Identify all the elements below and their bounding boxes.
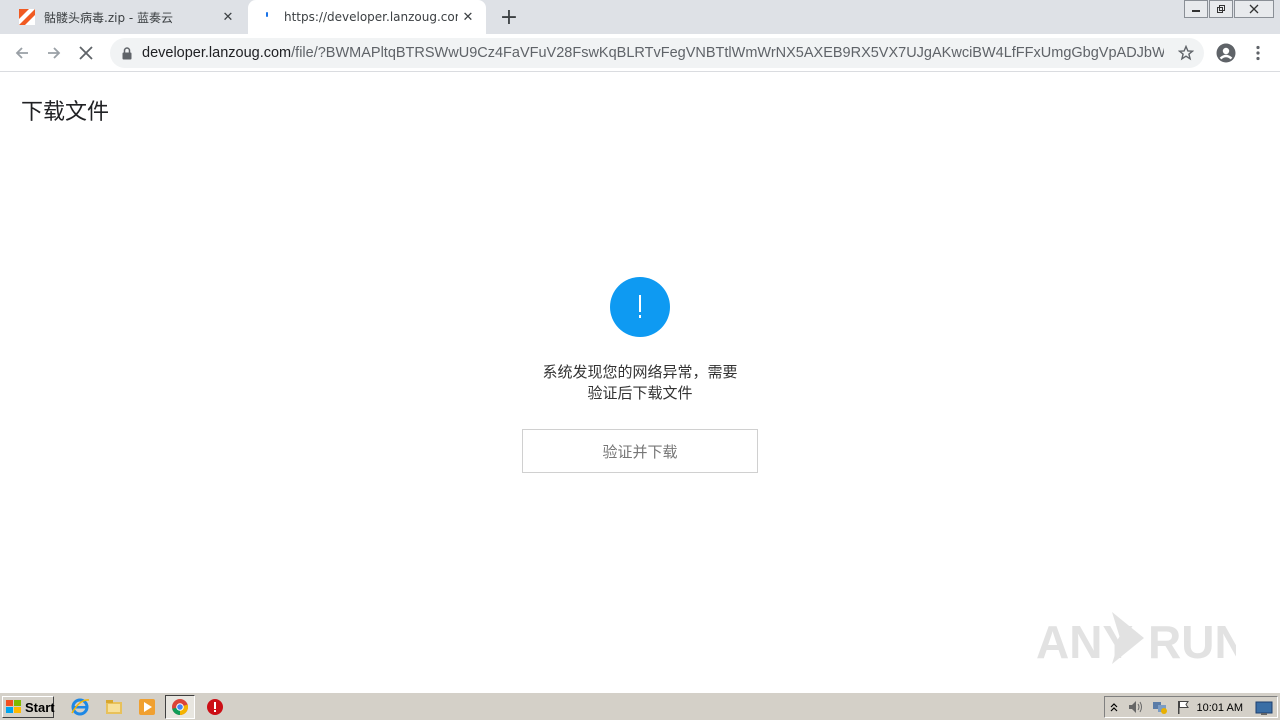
taskbar-clock[interactable]: 10:01 AM — [1197, 702, 1243, 714]
tab-close-icon[interactable]: ✕ — [458, 7, 478, 27]
windows-logo-icon — [6, 700, 22, 714]
windows-taskbar: Start 10:01 AM — [0, 692, 1280, 720]
minimize-window-icon[interactable] — [1184, 0, 1208, 18]
tab-title: 骷髅头病毒.zip - 蓝奏云 — [44, 10, 174, 25]
tab-strip: 骷髅头病毒.zip - 蓝奏云 ✕ https://developer.lanz… — [0, 0, 1280, 34]
tab-close-icon[interactable]: ✕ — [218, 7, 238, 27]
browser-toolbar: developer.lanzoug.com/file/?BWMAPltqBTRS… — [0, 34, 1280, 72]
tab-developer-lanzoug[interactable]: https://developer.lanzoug.com/file/?B ✕ — [248, 0, 486, 34]
network-warning-message: 系统发现您的网络异常，需要 验证后下载文件 — [520, 362, 760, 404]
anyrun-watermark-logo: ANY RUN — [1036, 612, 1236, 668]
menu-kebab-icon[interactable] — [1245, 40, 1271, 66]
verify-and-download-button[interactable]: 验证并下载 — [522, 429, 758, 473]
chrome-taskbar-button[interactable] — [165, 695, 195, 719]
url-path: /file/?BWMAPltqBTRSWwU9Cz4FaVFuV28FswKqB… — [291, 45, 1164, 61]
file-explorer-icon[interactable] — [104, 697, 124, 717]
profile-avatar-icon[interactable] — [1213, 40, 1239, 66]
tab-title: https://developer.lanzoug.com/file/?B — [284, 10, 458, 24]
system-tray: 10:01 AM — [1104, 696, 1278, 718]
bookmark-star-icon[interactable] — [1173, 40, 1199, 66]
address-bar[interactable]: developer.lanzoug.com/file/?BWMAPltqBTRS… — [110, 38, 1204, 68]
stop-loading-icon[interactable] — [73, 40, 99, 66]
url-host: developer.lanzoug.com — [142, 45, 292, 61]
chrome-icon — [172, 699, 189, 715]
new-tab-plus-icon[interactable]: + — [498, 5, 520, 30]
restore-window-icon[interactable] — [1209, 0, 1233, 18]
opera-icon[interactable] — [205, 697, 225, 717]
forward-arrow-icon[interactable] — [41, 40, 67, 66]
action-center-flag-icon[interactable] — [1175, 699, 1191, 719]
message-line-2: 验证后下载文件 — [587, 384, 693, 402]
url-text[interactable]: developer.lanzoug.com/file/?BWMAPltqBTRS… — [142, 45, 1164, 61]
show-desktop-icon[interactable] — [1255, 700, 1273, 719]
show-hidden-icons-icon[interactable] — [1109, 699, 1119, 718]
alert-exclamation-icon — [610, 277, 670, 337]
media-player-icon[interactable] — [137, 697, 157, 717]
page-title: 下载文件 — [21, 100, 110, 125]
volume-icon[interactable] — [1127, 699, 1145, 719]
message-line-1: 系统发现您的网络异常，需要 — [542, 363, 738, 381]
tab-lanzou[interactable]: 骷髅头病毒.zip - 蓝奏云 ✕ — [8, 0, 246, 34]
watermark-right-text: RUN — [1148, 616, 1236, 668]
back-arrow-icon[interactable] — [9, 40, 35, 66]
network-icon[interactable] — [1151, 699, 1169, 719]
internet-explorer-icon[interactable] — [70, 697, 90, 717]
start-label: Start — [25, 699, 55, 715]
lock-icon[interactable] — [120, 46, 134, 60]
loading-spinner-icon — [259, 9, 275, 25]
start-button[interactable]: Start — [2, 696, 55, 718]
lanzou-favicon-icon — [19, 9, 35, 25]
close-window-icon[interactable] — [1234, 0, 1274, 18]
